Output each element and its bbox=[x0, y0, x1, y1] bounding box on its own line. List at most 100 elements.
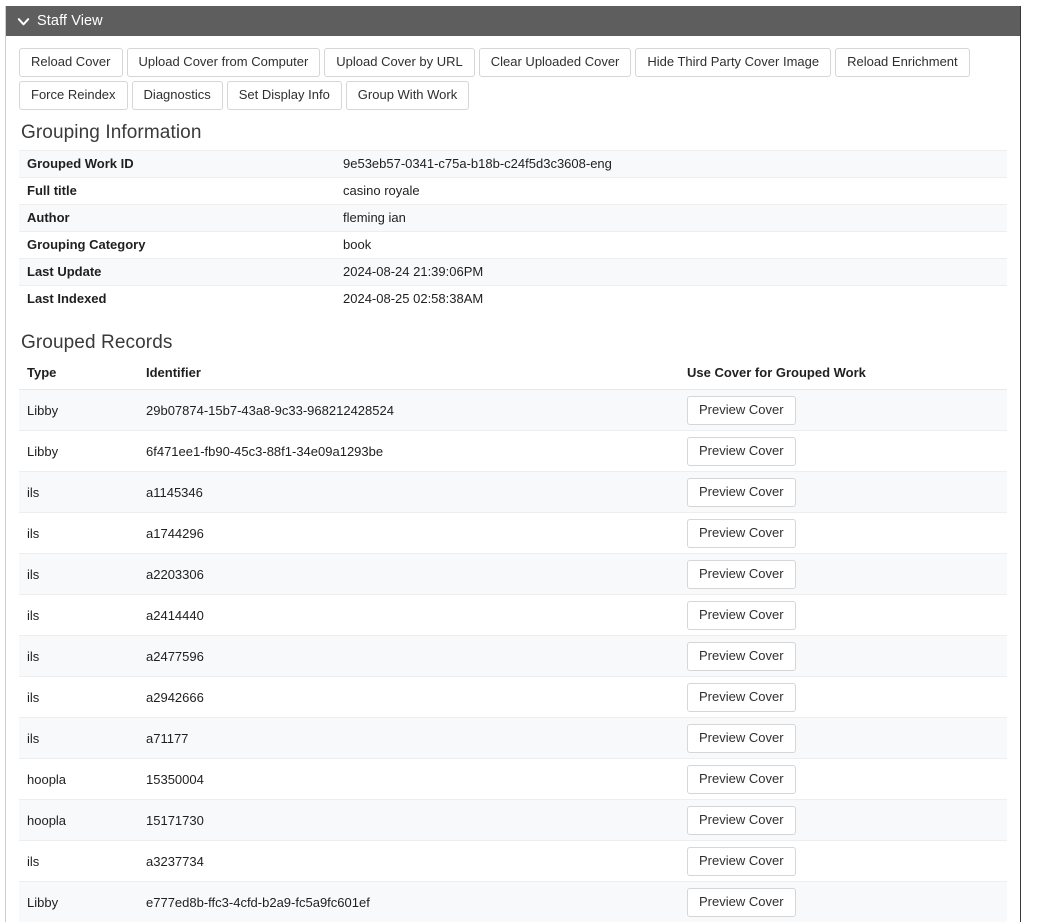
preview-cover-button[interactable]: Preview Cover bbox=[687, 436, 796, 466]
preview-cover-button[interactable]: Preview Cover bbox=[687, 846, 796, 876]
preview-cover-button[interactable]: Preview Cover bbox=[687, 518, 796, 548]
table-row: hoopla 15171730 Preview Cover bbox=[19, 799, 1007, 841]
table-row: Grouped Work ID 9e53eb57-0341-c75a-b18b-… bbox=[19, 150, 1007, 178]
preview-cover-button[interactable]: Preview Cover bbox=[687, 887, 796, 917]
row-value: fleming ian bbox=[335, 204, 1007, 232]
row-label: Grouped Work ID bbox=[19, 150, 335, 178]
preview-cover-button[interactable]: Preview Cover bbox=[687, 395, 796, 425]
hide-third-party-cover-image-button[interactable]: Hide Third Party Cover Image bbox=[635, 48, 832, 77]
grouping-information-table: Grouped Work ID 9e53eb57-0341-c75a-b18b-… bbox=[19, 150, 1007, 312]
column-header-identifier: Identifier bbox=[138, 361, 679, 390]
cell-type: ils bbox=[19, 471, 138, 513]
preview-cover-button[interactable]: Preview Cover bbox=[687, 764, 796, 794]
clear-uploaded-cover-button[interactable]: Clear Uploaded Cover bbox=[478, 48, 632, 77]
table-row: ils a2942666 Preview Cover bbox=[19, 676, 1007, 718]
upload-cover-by-url-button[interactable]: Upload Cover by URL bbox=[324, 48, 475, 77]
chevron-down-icon bbox=[16, 14, 31, 29]
cell-use-cover: Preview Cover bbox=[679, 881, 1007, 922]
cell-use-cover: Preview Cover bbox=[679, 512, 1007, 554]
table-row: ils a2414440 Preview Cover bbox=[19, 594, 1007, 636]
preview-cover-button[interactable]: Preview Cover bbox=[687, 805, 796, 835]
cell-type: Libby bbox=[19, 389, 138, 431]
row-label: Author bbox=[19, 204, 335, 232]
cell-type: ils bbox=[19, 553, 138, 595]
cell-identifier: 15350004 bbox=[138, 758, 679, 800]
staff-view-page: Staff View Reload Cover Upload Cover fro… bbox=[0, 0, 1037, 922]
cell-identifier: a1145346 bbox=[138, 471, 679, 513]
cell-type: ils bbox=[19, 840, 138, 882]
cell-type: ils bbox=[19, 676, 138, 718]
cell-identifier: e777ed8b-ffc3-4cfd-b2a9-fc5a9fc601ef bbox=[138, 881, 679, 922]
grouped-records-head: Type Identifier Use Cover for Grouped Wo… bbox=[19, 361, 1007, 390]
row-value: book bbox=[335, 231, 1007, 259]
grouped-records-body: Libby 29b07874-15b7-43a8-9c33-9682124285… bbox=[19, 389, 1007, 922]
row-value: 2024-08-25 02:58:38AM bbox=[335, 285, 1007, 312]
grouped-records-title: Grouped Records bbox=[21, 332, 173, 353]
cell-identifier: 15171730 bbox=[138, 799, 679, 841]
cell-type: ils bbox=[19, 594, 138, 636]
preview-cover-button[interactable]: Preview Cover bbox=[687, 682, 796, 712]
preview-cover-button[interactable]: Preview Cover bbox=[687, 641, 796, 671]
table-row: Grouping Category book bbox=[19, 231, 1007, 259]
grouped-records-table: Type Identifier Use Cover for Grouped Wo… bbox=[19, 361, 1007, 922]
grouping-information-body: Grouped Work ID 9e53eb57-0341-c75a-b18b-… bbox=[19, 150, 1007, 312]
table-header-row: Type Identifier Use Cover for Grouped Wo… bbox=[19, 361, 1007, 390]
column-header-use-cover: Use Cover for Grouped Work bbox=[679, 361, 1007, 390]
table-row: ils a2203306 Preview Cover bbox=[19, 553, 1007, 595]
cell-use-cover: Preview Cover bbox=[679, 840, 1007, 882]
table-row: ils a3237734 Preview Cover bbox=[19, 840, 1007, 882]
table-row: Last Update 2024-08-24 21:39:06PM bbox=[19, 258, 1007, 286]
cell-use-cover: Preview Cover bbox=[679, 553, 1007, 595]
table-row: ils a71177 Preview Cover bbox=[19, 717, 1007, 759]
cell-identifier: a71177 bbox=[138, 717, 679, 759]
preview-cover-button[interactable]: Preview Cover bbox=[687, 600, 796, 630]
table-row: ils a1744296 Preview Cover bbox=[19, 512, 1007, 554]
staff-view-header[interactable]: Staff View bbox=[6, 6, 1020, 36]
diagnostics-button[interactable]: Diagnostics bbox=[131, 81, 223, 110]
table-row: ils a1145346 Preview Cover bbox=[19, 471, 1007, 513]
table-row: ils a2477596 Preview Cover bbox=[19, 635, 1007, 677]
cell-use-cover: Preview Cover bbox=[679, 799, 1007, 841]
action-toolbar: Reload Cover Upload Cover from Computer … bbox=[19, 48, 1007, 110]
force-reindex-button[interactable]: Force Reindex bbox=[19, 81, 128, 110]
toolbar-row-2: Force Reindex Diagnostics Set Display In… bbox=[19, 81, 1007, 110]
preview-cover-button[interactable]: Preview Cover bbox=[687, 477, 796, 507]
table-row: hoopla 15350004 Preview Cover bbox=[19, 758, 1007, 800]
cell-type: Libby bbox=[19, 430, 138, 472]
group-with-work-button[interactable]: Group With Work bbox=[345, 81, 470, 110]
cell-type: hoopla bbox=[19, 799, 138, 841]
upload-cover-from-computer-button[interactable]: Upload Cover from Computer bbox=[126, 48, 321, 77]
panel-title: Staff View bbox=[37, 13, 103, 29]
cell-identifier: a1744296 bbox=[138, 512, 679, 554]
preview-cover-button[interactable]: Preview Cover bbox=[687, 723, 796, 753]
cell-type: ils bbox=[19, 635, 138, 677]
cell-use-cover: Preview Cover bbox=[679, 471, 1007, 513]
cell-type: Libby bbox=[19, 881, 138, 922]
cell-identifier: a2203306 bbox=[138, 553, 679, 595]
reload-cover-button[interactable]: Reload Cover bbox=[19, 48, 123, 77]
preview-cover-button[interactable]: Preview Cover bbox=[687, 559, 796, 589]
cell-use-cover: Preview Cover bbox=[679, 430, 1007, 472]
cell-use-cover: Preview Cover bbox=[679, 635, 1007, 677]
grouping-information-title: Grouping Information bbox=[21, 122, 202, 143]
row-value: 2024-08-24 21:39:06PM bbox=[335, 258, 1007, 286]
reload-enrichment-button[interactable]: Reload Enrichment bbox=[835, 48, 970, 77]
row-label: Last Update bbox=[19, 258, 335, 286]
row-label: Grouping Category bbox=[19, 231, 335, 259]
cell-type: hoopla bbox=[19, 758, 138, 800]
table-row: Author fleming ian bbox=[19, 204, 1007, 232]
cell-use-cover: Preview Cover bbox=[679, 717, 1007, 759]
row-value: 9e53eb57-0341-c75a-b18b-c24f5d3c3608-eng bbox=[335, 150, 1007, 178]
column-header-type: Type bbox=[19, 361, 138, 390]
row-label: Last Indexed bbox=[19, 285, 335, 312]
cell-use-cover: Preview Cover bbox=[679, 594, 1007, 636]
set-display-info-button[interactable]: Set Display Info bbox=[226, 81, 342, 110]
staff-view-body: Reload Cover Upload Cover from Computer … bbox=[6, 36, 1020, 922]
cell-use-cover: Preview Cover bbox=[679, 758, 1007, 800]
cell-identifier: a2414440 bbox=[138, 594, 679, 636]
staff-view-panel: Staff View Reload Cover Upload Cover fro… bbox=[5, 6, 1021, 922]
cell-type: ils bbox=[19, 717, 138, 759]
table-row: Full title casino royale bbox=[19, 177, 1007, 205]
table-row: Libby 29b07874-15b7-43a8-9c33-9682124285… bbox=[19, 389, 1007, 431]
cell-identifier: 6f471ee1-fb90-45c3-88f1-34e09a1293be bbox=[138, 430, 679, 472]
